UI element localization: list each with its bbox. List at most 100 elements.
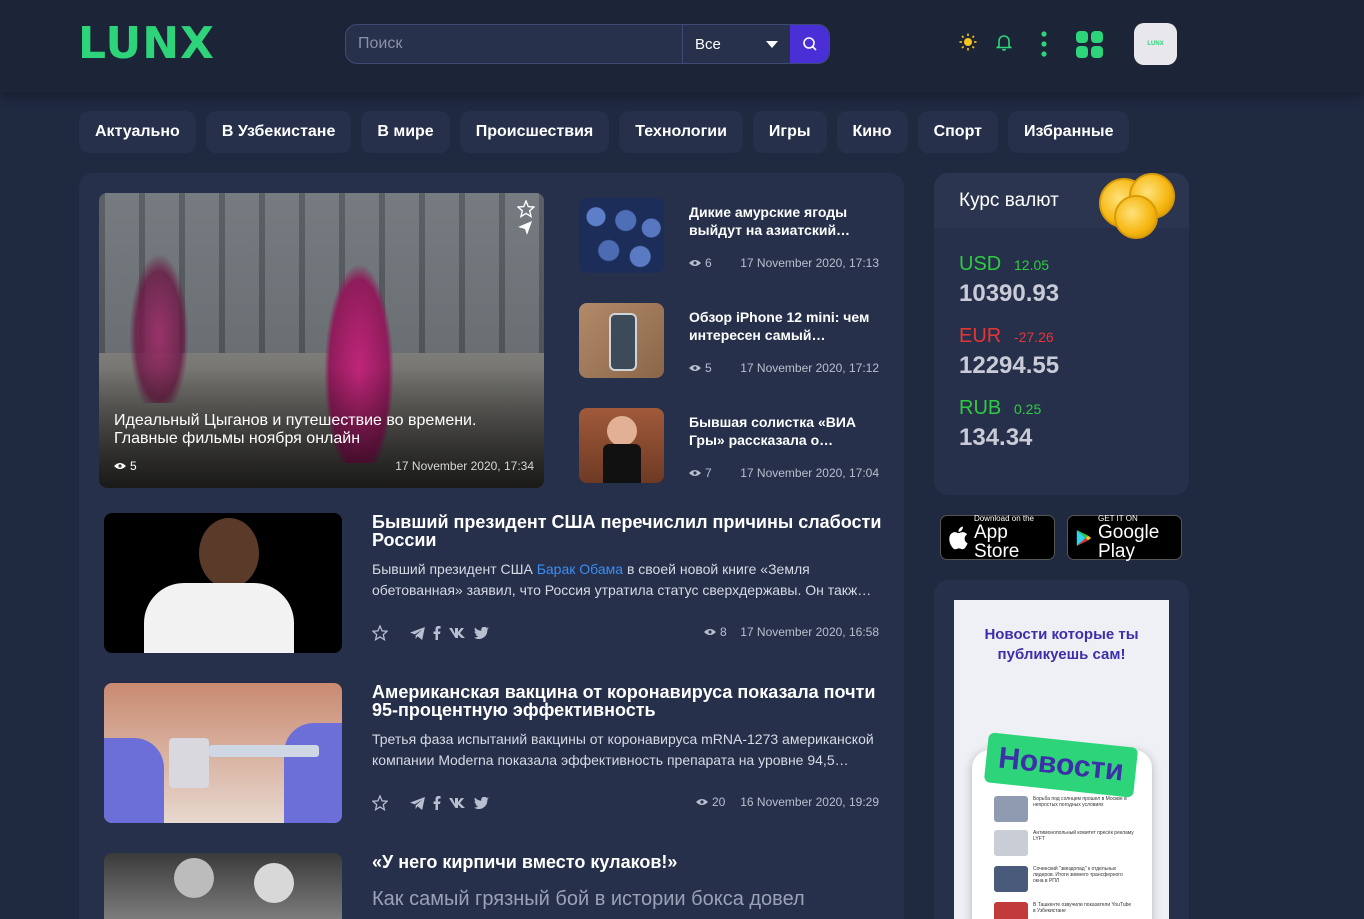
star-icon[interactable] [372,795,388,811]
news-title: Дикие амурские ягоды выйдут на азиатский… [689,204,851,238]
user-avatar[interactable]: LUNX [1134,23,1177,65]
star-icon [516,199,536,218]
search-icon [802,37,817,51]
article-image [104,513,342,653]
search-scope-value: Все [695,35,721,53]
article-title[interactable]: Американская вакцина от коронавируса пок… [372,683,882,719]
chevron-down-icon [766,40,778,48]
twitter-icon[interactable] [474,797,489,809]
list-item[interactable]: Бывшая солистка «ВИА Гры» рассказала о… … [579,408,889,483]
list-item[interactable]: Обзор iPhone 12 mini: чем интересен самы… [579,303,889,378]
currency-change: 0.25 [1014,401,1042,417]
item-thumbnail [994,866,1028,892]
currency-row-eur: EUR -27.26 12294.55 [959,325,1059,380]
eye-icon [704,629,716,635]
tab-incidents[interactable]: Происшествия [459,111,610,153]
article-views-count: 8 [720,625,727,639]
more-menu-button[interactable] [1034,30,1054,58]
vk-icon[interactable] [449,628,466,638]
currency-change: -27.26 [1014,329,1054,345]
article-actions [372,795,489,811]
news-date: 17 November 2020, 17:12 [740,361,879,375]
currency-header: Курс валют [934,173,1189,239]
site-logo[interactable]: LUNX [78,18,215,69]
apps-grid-button[interactable] [1075,30,1103,58]
google-play-button[interactable]: GET IT ON Google Play [1067,514,1182,562]
excerpt-text: Третья фаза испытаний вакцины от коронав… [372,731,874,768]
telegram-icon[interactable] [410,626,425,640]
star-icon[interactable] [372,625,388,641]
google-play-icon [1076,529,1092,546]
apple-icon [949,526,968,549]
share-button[interactable] [517,220,533,241]
tab-favorites[interactable]: Избранные [1007,111,1130,153]
google-play-label: Google Play [1098,521,1160,562]
theme-toggle-button[interactable] [958,32,978,52]
person-link[interactable]: Барак Обама [537,561,623,577]
item-text: Борьба под солнцем прошел в Москве в неп… [1033,796,1127,808]
list-item: Антимонопольный комитет пресёк рекламу L… [994,830,1134,858]
currency-row-rub: RUB 0.25 134.34 [959,397,1041,452]
featured-title: Идеальный Цыганов и путешествие во време… [114,412,477,447]
item-thumbnail [994,796,1028,822]
article-views: 20 [696,795,725,809]
facebook-icon[interactable] [433,626,441,640]
grid-icon [1075,30,1103,58]
eye-icon [696,799,708,805]
tab-world[interactable]: В мире [361,111,450,153]
promo-banner[interactable]: Новости которые ты публикуешь сам! Новос… [934,580,1189,919]
featured-article[interactable]: Идеальный Цыганов и путешествие во време… [99,193,544,488]
app-store-label: App Store [973,521,1020,562]
article-views: 8 [704,625,727,639]
news-date: 17 November 2020, 17:13 [740,256,879,270]
article-views-count: 20 [712,795,726,809]
article-image [104,683,342,823]
tab-actual[interactable]: Актуально [79,111,196,153]
promo-title: Новости которые ты публикуешь сам! [984,626,1139,663]
list-item[interactable]: Дикие амурские ягоды выйдут на азиатский… [579,198,889,273]
search-button[interactable] [790,25,829,63]
category-tabs: Актуально В Узбекистане В мире Происшест… [79,111,1130,153]
article-card[interactable]: Американская вакцина от коронавируса пок… [104,683,879,823]
article-actions [372,625,489,641]
article-card[interactable]: «У него кирпичи вместо кулаков!» Как сам… [104,853,879,919]
send-icon [518,221,532,235]
search-scope-select[interactable]: Все [682,25,790,63]
app-store-button[interactable]: Download on the App Store [940,514,1055,562]
item-text: Сочинский "звездопад" к отдельных лидеро… [1033,866,1123,884]
tab-cinema[interactable]: Кино [836,111,908,153]
list-item: В Ташкенте озвучили показатели YouTube в… [994,902,1134,919]
tab-uzbekistan[interactable]: В Узбекистане [205,111,352,153]
article-title[interactable]: Бывший президент США перечислил причины … [372,513,882,549]
article-card[interactable]: Бывший президент США перечислил причины … [104,513,882,653]
vk-icon[interactable] [449,798,466,808]
sun-icon [959,33,977,51]
currency-value: 134.34 [959,424,1033,451]
tab-games[interactable]: Игры [752,111,827,153]
currency-code: EUR [959,325,1002,347]
facebook-icon[interactable] [433,796,441,810]
twitter-icon[interactable] [474,627,489,639]
currency-title: Курс валют [959,189,1059,211]
tab-technology[interactable]: Технологии [619,111,743,153]
currency-code: RUB [959,397,1002,419]
item-thumbnail [994,902,1028,919]
tab-sport[interactable]: Спорт [917,111,998,153]
avatar-logo-text: LUNX [1147,41,1164,47]
bell-icon [996,35,1012,51]
article-date: 17 November 2020, 16:58 [740,625,879,639]
eye-icon [689,260,701,266]
list-item: Сочинский "звездопад" к отдельных лидеро… [994,866,1134,894]
item-text: В Ташкенте озвучили показатели YouTube в… [1033,902,1132,914]
telegram-icon[interactable] [410,796,425,810]
article-excerpt: Третья фаза испытаний вакцины от коронав… [372,729,882,771]
item-thumbnail [994,830,1028,856]
search-input[interactable] [346,25,682,63]
news-views-count: 6 [705,256,712,270]
news-thumbnail [579,408,664,483]
notifications-button[interactable] [994,32,1014,52]
news-title: Обзор iPhone 12 mini: чем интересен самы… [689,309,870,343]
article-title[interactable]: «У него кирпичи вместо кулаков!» [372,853,882,871]
news-views: 7 [689,466,712,480]
currency-change: 12.05 [1014,257,1050,273]
